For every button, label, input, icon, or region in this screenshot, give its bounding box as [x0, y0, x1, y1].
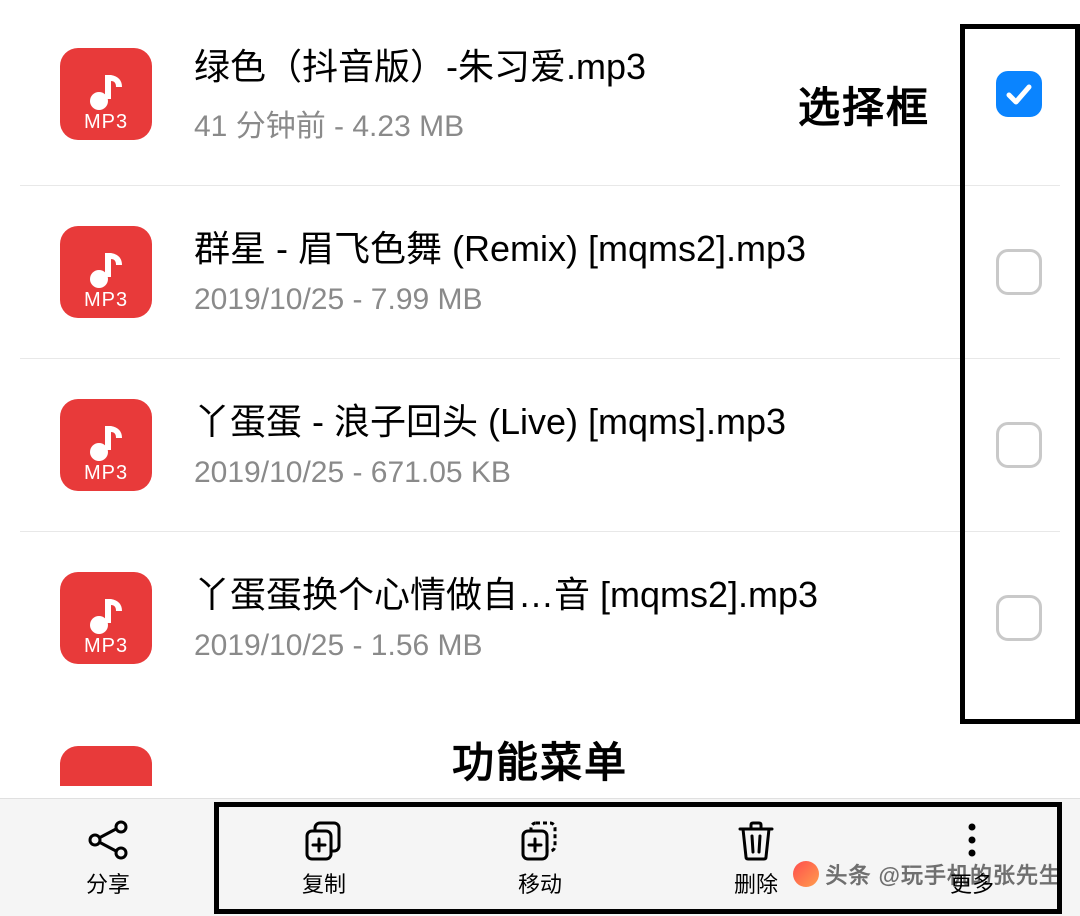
file-meta: 2019/10/25 - 1.56 MB [194, 629, 986, 663]
action-toolbar: 分享 复制 移动 删除 更多 [0, 798, 1080, 916]
annotation-label-toolbar: 功能菜单 [452, 729, 628, 790]
mp3-icon [60, 746, 152, 786]
mp3-icon: MP3 [60, 48, 152, 140]
move-button[interactable]: 移动 [432, 817, 648, 899]
more-button[interactable]: 更多 [864, 817, 1080, 899]
share-button[interactable]: 分享 [0, 817, 216, 899]
file-row[interactable]: MP3 群星 - 眉飞色舞 (Remix) [mqms2].mp3 2019/1… [20, 186, 1060, 359]
mp3-icon: MP3 [60, 399, 152, 491]
move-label: 移动 [518, 867, 562, 899]
file-meta: 2019/10/25 - 671.05 KB [194, 456, 986, 490]
more-label: 更多 [950, 867, 994, 899]
move-icon [517, 817, 563, 863]
mp3-icon: MP3 [60, 572, 152, 664]
delete-label: 删除 [734, 867, 778, 899]
checkbox[interactable] [996, 595, 1042, 641]
file-text: 群星 - 眉飞色舞 (Remix) [mqms2].mp3 2019/10/25… [194, 226, 996, 317]
file-row[interactable]: MP3 丫蛋蛋换个心情做自…音 [mqms2].mp3 2019/10/25 -… [20, 532, 1060, 704]
file-title: 群星 - 眉飞色舞 (Remix) [mqms2].mp3 [194, 226, 986, 273]
more-icon [949, 817, 995, 863]
checkbox[interactable] [996, 71, 1042, 117]
file-title: 丫蛋蛋 - 浪子回头 (Live) [mqms].mp3 [194, 399, 986, 446]
file-text: 丫蛋蛋换个心情做自…音 [mqms2].mp3 2019/10/25 - 1.5… [194, 572, 996, 663]
annotation-label-select: 选择框 [798, 74, 930, 135]
checkbox[interactable] [996, 249, 1042, 295]
delete-button[interactable]: 删除 [648, 817, 864, 899]
mp3-icon: MP3 [60, 226, 152, 318]
file-meta: 2019/10/25 - 7.99 MB [194, 283, 986, 317]
file-row[interactable]: MP3 丫蛋蛋 - 浪子回头 (Live) [mqms].mp3 2019/10… [20, 359, 1060, 532]
share-label: 分享 [86, 867, 130, 899]
checkbox[interactable] [996, 422, 1042, 468]
trash-icon [733, 817, 779, 863]
file-title: 丫蛋蛋换个心情做自…音 [mqms2].mp3 [194, 572, 986, 619]
copy-label: 复制 [302, 867, 346, 899]
copy-icon [301, 817, 347, 863]
copy-button[interactable]: 复制 [216, 817, 432, 899]
file-text: 丫蛋蛋 - 浪子回头 (Live) [mqms].mp3 2019/10/25 … [194, 399, 996, 490]
share-icon [85, 817, 131, 863]
